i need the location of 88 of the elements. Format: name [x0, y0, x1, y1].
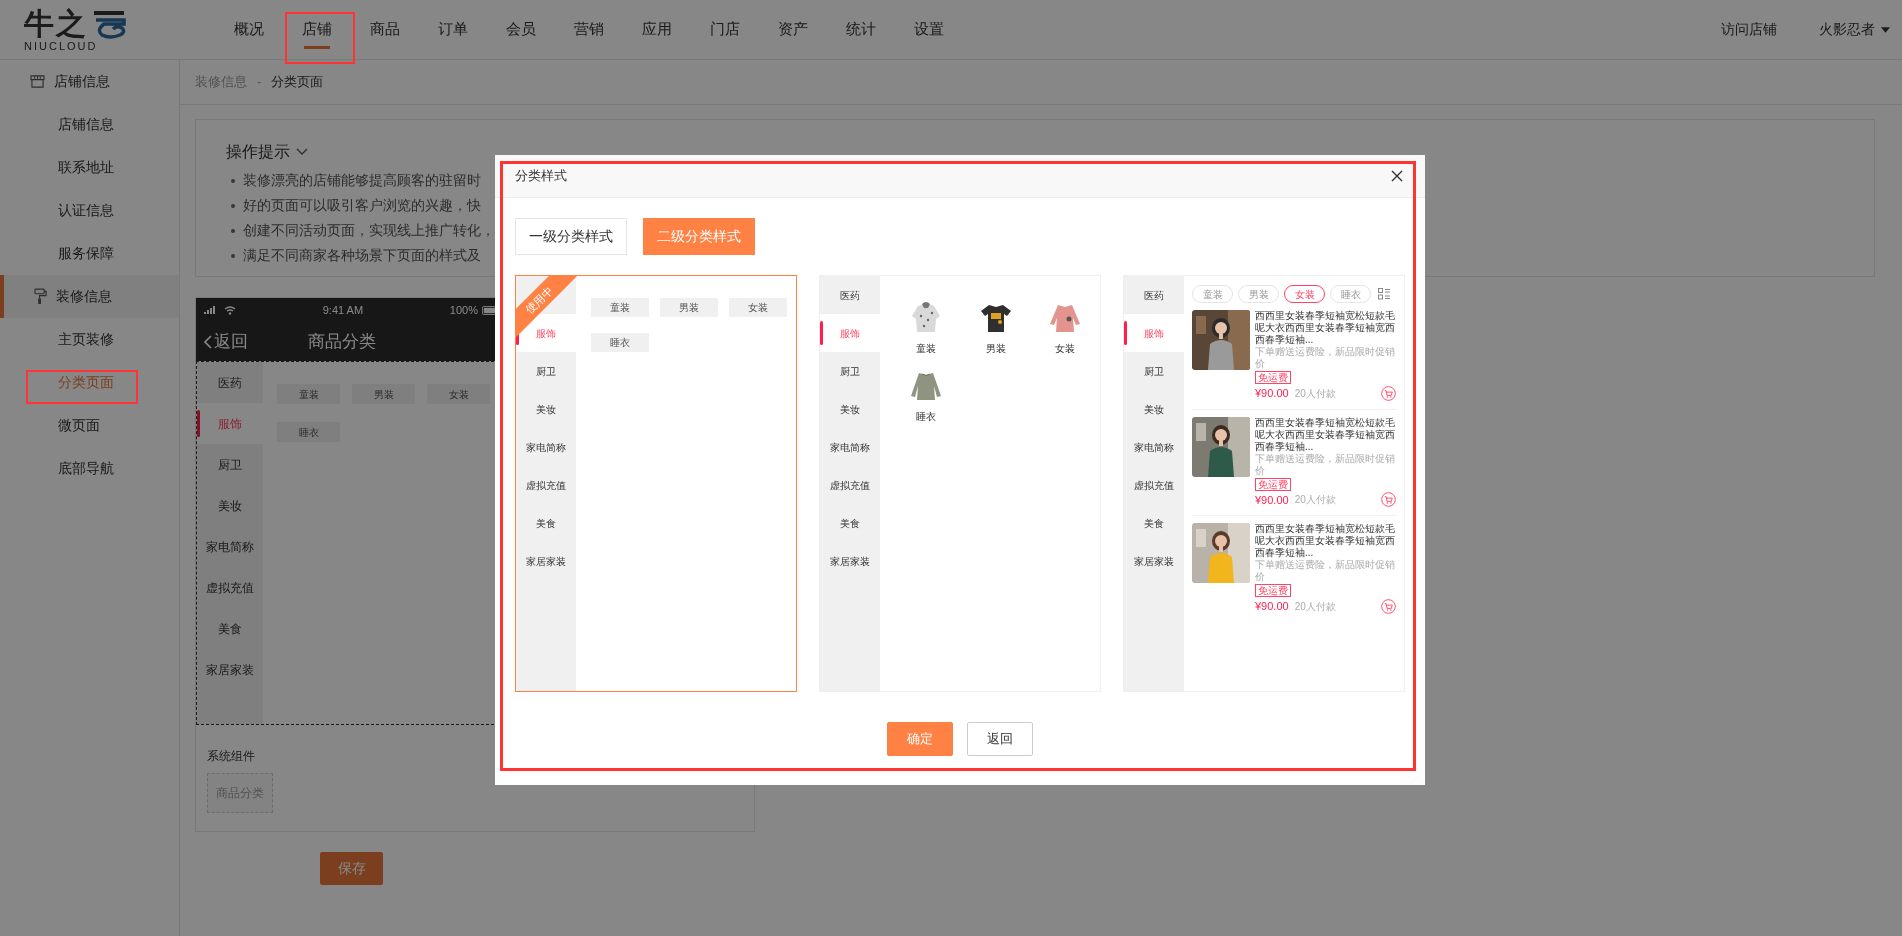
cart-icon[interactable] [1381, 598, 1396, 614]
subcategory-chip[interactable]: 童装 [277, 384, 340, 404]
category-item[interactable]: 服饰 [820, 314, 880, 352]
nav-tab[interactable]: 门店 [691, 0, 759, 59]
product-subtitle: 下单赠送运费险，新品限时促销价 [1255, 559, 1396, 583]
nav-tab[interactable]: 订单 [419, 0, 487, 59]
tip-text: 创建不同活动页面，实现线上推广转化， [243, 221, 495, 240]
nav-tab[interactable]: 统计 [827, 0, 895, 59]
bullet [231, 178, 235, 183]
subcategory-chip[interactable]: 女装 [427, 384, 490, 404]
product-title: 西西里女装春季短袖宽松短款毛呢大衣西西里女装春季短袖宽西西春季短袖... [1255, 310, 1396, 346]
store-icon [30, 75, 45, 88]
sales-count: 20人付款 [1294, 493, 1336, 508]
product-subtitle: 下单赠送运费险，新品限时促销价 [1255, 346, 1396, 370]
category-item[interactable]: 服饰 [197, 403, 263, 444]
nav-tab[interactable]: 商品 [351, 0, 419, 59]
close-icon [1391, 170, 1403, 182]
bullet [231, 228, 235, 233]
sidebar-item[interactable]: 店铺信息 [58, 114, 114, 135]
chevron-left-icon [204, 334, 212, 349]
style-card[interactable]: 服饰 厨卫 美妆 家电简称 虚拟充值 美食 家居家装 童装 男装 女装 睡衣 使用中 [515, 275, 797, 692]
style-tab[interactable]: 一级分类样式 [515, 218, 627, 255]
product-tag: 免运费 [1255, 477, 1291, 491]
nav-tab[interactable]: 应用 [623, 0, 691, 59]
tip-text: 装修漂亮的店铺能够提高顾客的驻留时 [243, 171, 481, 190]
product-title: 西西里女装春季短袖宽松短款毛呢大衣西西里女装春季短袖宽西西春季短袖... [1255, 523, 1396, 559]
caret-icon [1881, 26, 1890, 33]
style-card[interactable] [1123, 275, 1405, 692]
product-tag: 免运费 [1255, 584, 1291, 597]
sidebar-item[interactable]: 联系地址 [58, 157, 114, 178]
nav-tab[interactable]: 资产 [759, 0, 827, 59]
tips-toggle[interactable]: 操作提示 [226, 140, 308, 164]
back-button[interactable]: 返回 [967, 722, 1033, 756]
paint-roller-icon [34, 288, 47, 305]
product-price: ¥90.00 [1255, 386, 1289, 401]
wifi-icon [224, 305, 236, 315]
tip-text: 满足不同商家各种场景下页面的样式及 [243, 246, 481, 265]
sidebar-item[interactable]: 认证信息 [58, 200, 114, 221]
breadcrumb-separator: - [257, 73, 262, 92]
product-price: ¥90.00 [1255, 492, 1289, 508]
subcategory-label: 女装 [1055, 342, 1076, 356]
breadcrumb-link[interactable]: 分类页面 [271, 72, 324, 92]
close-button[interactable] [1389, 168, 1405, 184]
dialog-title: 分类样式 [515, 167, 567, 186]
subcategory-label: 童装 [916, 342, 936, 356]
bullet [231, 253, 235, 258]
nav-tab[interactable]: 设置 [895, 0, 963, 59]
subcategory-chip[interactable]: 睡衣 [591, 333, 649, 352]
subcategory-chip[interactable]: 男装 [660, 298, 718, 317]
back-button[interactable]: 返回 [204, 328, 248, 355]
battery-level: 100% [449, 302, 478, 318]
subcategory-chip[interactable]: 睡衣 [277, 422, 340, 442]
product-subtitle: 下单赠送运费险，新品限时促销价 [1255, 452, 1396, 477]
sidebar-item[interactable]: 主页装修 [58, 329, 114, 350]
logo-text: 牛之 [24, 7, 88, 40]
section-label: 系统组件 [207, 748, 256, 765]
product-tag: 免运费 [1255, 371, 1291, 384]
highlight-frame [285, 12, 355, 64]
visit-store-link[interactable]: 访问店铺 [1721, 19, 1777, 40]
subcategory-chip[interactable]: 男装 [352, 384, 415, 404]
category-item[interactable]: 服饰 [1124, 314, 1184, 352]
sidebar-item[interactable]: 微页面 [58, 415, 100, 436]
cart-icon[interactable] [1381, 385, 1396, 401]
sales-count: 20人付款 [1294, 386, 1336, 401]
product-title: 西西里女装春季短袖宽松短款毛呢大衣西西里女装春季短袖宽西西春季短袖... [1255, 416, 1396, 453]
cart-icon[interactable] [1381, 492, 1396, 508]
status-time: 9:41 AM [321, 302, 365, 318]
style-card[interactable]: 医药 服饰 厨卫 美妆 家电简称 虚拟充值 美食 家居家装 童装 男装 女装 睡衣 [819, 275, 1101, 692]
tip-text: 好的页面可以吸引客户浏览的兴趣，快 [243, 196, 481, 215]
subcategory-label: 男装 [985, 342, 1006, 356]
sidebar-item[interactable]: 服务保障 [58, 243, 114, 264]
subcategory-label: 睡衣 [916, 410, 936, 424]
sales-count: 20人付款 [1294, 599, 1336, 614]
subcategory-chip[interactable]: 女装 [729, 298, 787, 317]
bullet [231, 203, 235, 208]
product-price: ¥90.00 [1255, 599, 1289, 614]
nav-tab[interactable]: 概况 [215, 0, 283, 59]
nav-tab[interactable]: 店铺 [283, 0, 351, 59]
grid-list-icon[interactable] [1378, 288, 1390, 300]
sidebar-group-header[interactable]: 装修信息 [0, 275, 179, 318]
subcategory-chip[interactable]: 童装 [591, 298, 649, 317]
sidebar-item[interactable]: 底部导航 [58, 458, 114, 479]
user-menu[interactable]: 火影忍者 [1819, 19, 1890, 40]
nav-tab[interactable]: 会员 [487, 0, 555, 59]
logo-subtitle: NIUCLOUD [24, 39, 99, 52]
nav-tab[interactable]: 营销 [555, 0, 623, 59]
phone-title: 商品分类 [308, 330, 376, 353]
chevron-down-icon [296, 148, 308, 156]
